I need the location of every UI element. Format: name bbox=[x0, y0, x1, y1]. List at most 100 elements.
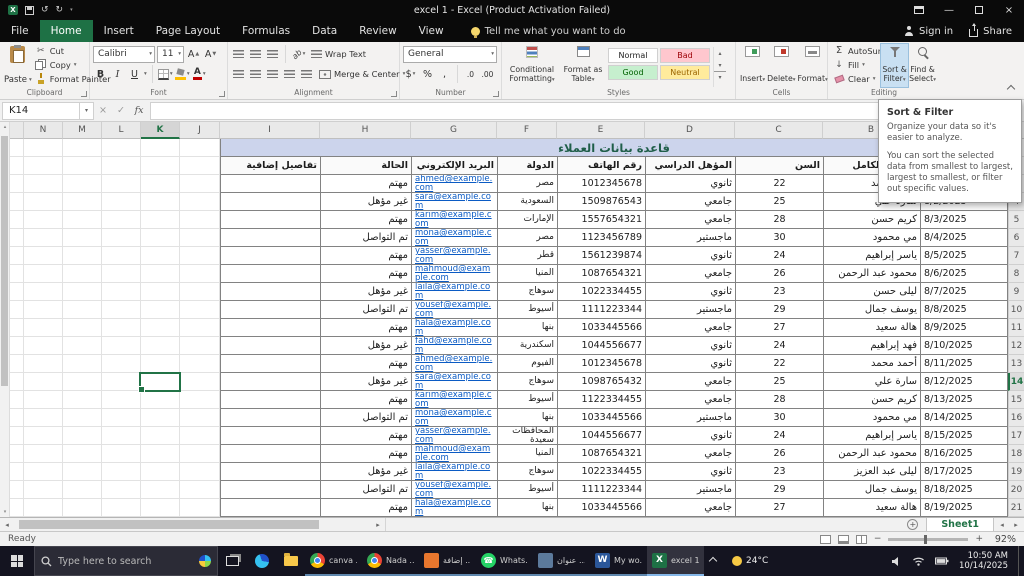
cell-D5[interactable]: جامعي bbox=[645, 211, 735, 229]
tab-formulas[interactable]: Formulas bbox=[231, 20, 301, 42]
normal-view-button[interactable] bbox=[819, 534, 831, 544]
cell-edge8[interactable] bbox=[10, 265, 24, 283]
cell-K13[interactable] bbox=[141, 355, 180, 373]
undo-icon[interactable]: ↺ bbox=[41, 5, 49, 15]
cell-A13[interactable]: 8/11/2025 bbox=[920, 355, 1008, 373]
underline-button[interactable]: U bbox=[127, 66, 142, 83]
cell-N9[interactable] bbox=[24, 283, 63, 301]
align-top-button[interactable] bbox=[231, 46, 246, 63]
cell-K9[interactable] bbox=[141, 283, 180, 301]
cell-D17[interactable]: ثانوي bbox=[645, 427, 735, 445]
scroll-right-icon[interactable]: ▸ bbox=[371, 521, 385, 529]
cell-C17[interactable]: 24 bbox=[735, 427, 823, 445]
cell-I18[interactable] bbox=[220, 445, 320, 463]
cortana-icon[interactable] bbox=[199, 555, 211, 567]
cell-E21[interactable]: 1033445566 bbox=[557, 499, 645, 517]
weather-widget[interactable]: 24°C bbox=[724, 556, 776, 566]
taskbar-search-box[interactable] bbox=[34, 546, 218, 576]
vertical-scrollbar-thumb[interactable] bbox=[1, 136, 8, 386]
row-header-20[interactable]: 20 bbox=[1008, 481, 1024, 499]
cell-A8[interactable]: 8/6/2025 bbox=[920, 265, 1008, 283]
sheet-tab-sheet1[interactable]: Sheet1 bbox=[926, 518, 994, 531]
zoom-out-button[interactable]: − bbox=[874, 534, 882, 544]
currency-format-button[interactable]: $ ▾ bbox=[403, 66, 418, 83]
name-box-caret-icon[interactable]: ▾ bbox=[80, 101, 94, 120]
borders-button[interactable]: ▾ bbox=[157, 66, 173, 83]
row-header-13[interactable]: 13 bbox=[1008, 355, 1024, 373]
page-layout-view-button[interactable] bbox=[837, 534, 849, 544]
cell-I16[interactable] bbox=[220, 409, 320, 427]
cell-K2[interactable] bbox=[141, 157, 180, 175]
speaker-icon[interactable] bbox=[891, 556, 902, 567]
cell-K11[interactable] bbox=[141, 319, 180, 337]
italic-button[interactable]: I bbox=[110, 66, 125, 83]
cell-J3[interactable] bbox=[180, 175, 220, 193]
cell-M21[interactable] bbox=[63, 499, 102, 517]
cell-E12[interactable]: 1044556677 bbox=[557, 337, 645, 355]
cell-F8[interactable]: المنيا bbox=[497, 265, 557, 283]
cell-G11[interactable]: hala@example.com bbox=[411, 319, 497, 337]
cell-M13[interactable] bbox=[63, 355, 102, 373]
cell-D19[interactable]: ثانوي bbox=[645, 463, 735, 481]
cell-edge9[interactable] bbox=[10, 283, 24, 301]
cell-N17[interactable] bbox=[24, 427, 63, 445]
tab-file[interactable]: File bbox=[0, 20, 40, 42]
cell-I5[interactable] bbox=[220, 211, 320, 229]
decrease-indent-button[interactable] bbox=[282, 66, 297, 83]
cell-J4[interactable] bbox=[180, 193, 220, 211]
cancel-entry-button[interactable]: × bbox=[94, 102, 112, 120]
cell-H6[interactable]: تم التواصل bbox=[320, 229, 411, 247]
row-header-9[interactable]: 9 bbox=[1008, 283, 1024, 301]
cell-L14[interactable] bbox=[102, 373, 141, 391]
minimize-button[interactable]: — bbox=[934, 0, 964, 20]
bold-button[interactable]: B bbox=[93, 66, 108, 83]
column-header-K[interactable]: K bbox=[141, 122, 180, 139]
cell-K20[interactable] bbox=[141, 481, 180, 499]
cell-D15[interactable]: جامعي bbox=[645, 391, 735, 409]
cell-B8[interactable]: محمود عبد الرحمن bbox=[823, 265, 920, 283]
cell-M6[interactable] bbox=[63, 229, 102, 247]
cell-edge2[interactable] bbox=[10, 157, 24, 175]
row-header-11[interactable]: 11 bbox=[1008, 319, 1024, 337]
cell-N15[interactable] bbox=[24, 391, 63, 409]
cell-F9[interactable]: سوهاج bbox=[497, 283, 557, 301]
cell-I19[interactable] bbox=[220, 463, 320, 481]
cell-L6[interactable] bbox=[102, 229, 141, 247]
cell-C18[interactable]: 26 bbox=[735, 445, 823, 463]
cell-J20[interactable] bbox=[180, 481, 220, 499]
alignment-dialog-launcher-icon[interactable] bbox=[391, 91, 397, 97]
cell-N6[interactable] bbox=[24, 229, 63, 247]
cell-A9[interactable]: 8/7/2025 bbox=[920, 283, 1008, 301]
cell-E17[interactable]: 1044556677 bbox=[557, 427, 645, 445]
cell-I8[interactable] bbox=[220, 265, 320, 283]
find-select-button[interactable]: Find & Select▾ bbox=[908, 44, 937, 87]
header-cell-qualification[interactable]: المؤهل الدراسي bbox=[645, 157, 735, 175]
cell-K4[interactable] bbox=[141, 193, 180, 211]
taskbar-app-6[interactable]: W My wo... bbox=[590, 546, 647, 576]
page-break-preview-button[interactable] bbox=[855, 534, 867, 544]
cell-B16[interactable]: مي محمود bbox=[823, 409, 920, 427]
cell-J2[interactable] bbox=[180, 157, 220, 175]
styles-more-button[interactable]: ▾ bbox=[714, 71, 726, 83]
cell-L18[interactable] bbox=[102, 445, 141, 463]
cell-G6[interactable]: mona@example.com bbox=[411, 229, 497, 247]
zoom-level[interactable]: 92% bbox=[990, 534, 1016, 545]
cell-I11[interactable] bbox=[220, 319, 320, 337]
cell-N19[interactable] bbox=[24, 463, 63, 481]
cell-G9[interactable]: laila@example.com bbox=[411, 283, 497, 301]
cell-K21[interactable] bbox=[141, 499, 180, 517]
cell-E3[interactable]: 1012345678 bbox=[557, 175, 645, 193]
cell-K12[interactable] bbox=[141, 337, 180, 355]
cell-style-neutral[interactable]: Neutral bbox=[660, 65, 710, 80]
new-sheet-button[interactable]: + bbox=[907, 519, 919, 530]
cell-K16[interactable] bbox=[141, 409, 180, 427]
taskbar-explorer-button[interactable] bbox=[276, 546, 305, 576]
cell-F16[interactable]: بنها bbox=[497, 409, 557, 427]
ribbon-display-options-button[interactable] bbox=[904, 0, 934, 20]
cell-D10[interactable]: ماجستير bbox=[645, 301, 735, 319]
cell-L7[interactable] bbox=[102, 247, 141, 265]
qat-customize-caret-icon[interactable]: ▾ bbox=[70, 7, 73, 13]
cell-B19[interactable]: ليلى عبد العزيز bbox=[823, 463, 920, 481]
cell-F6[interactable]: مصر bbox=[497, 229, 557, 247]
cell-D8[interactable]: جامعي bbox=[645, 265, 735, 283]
